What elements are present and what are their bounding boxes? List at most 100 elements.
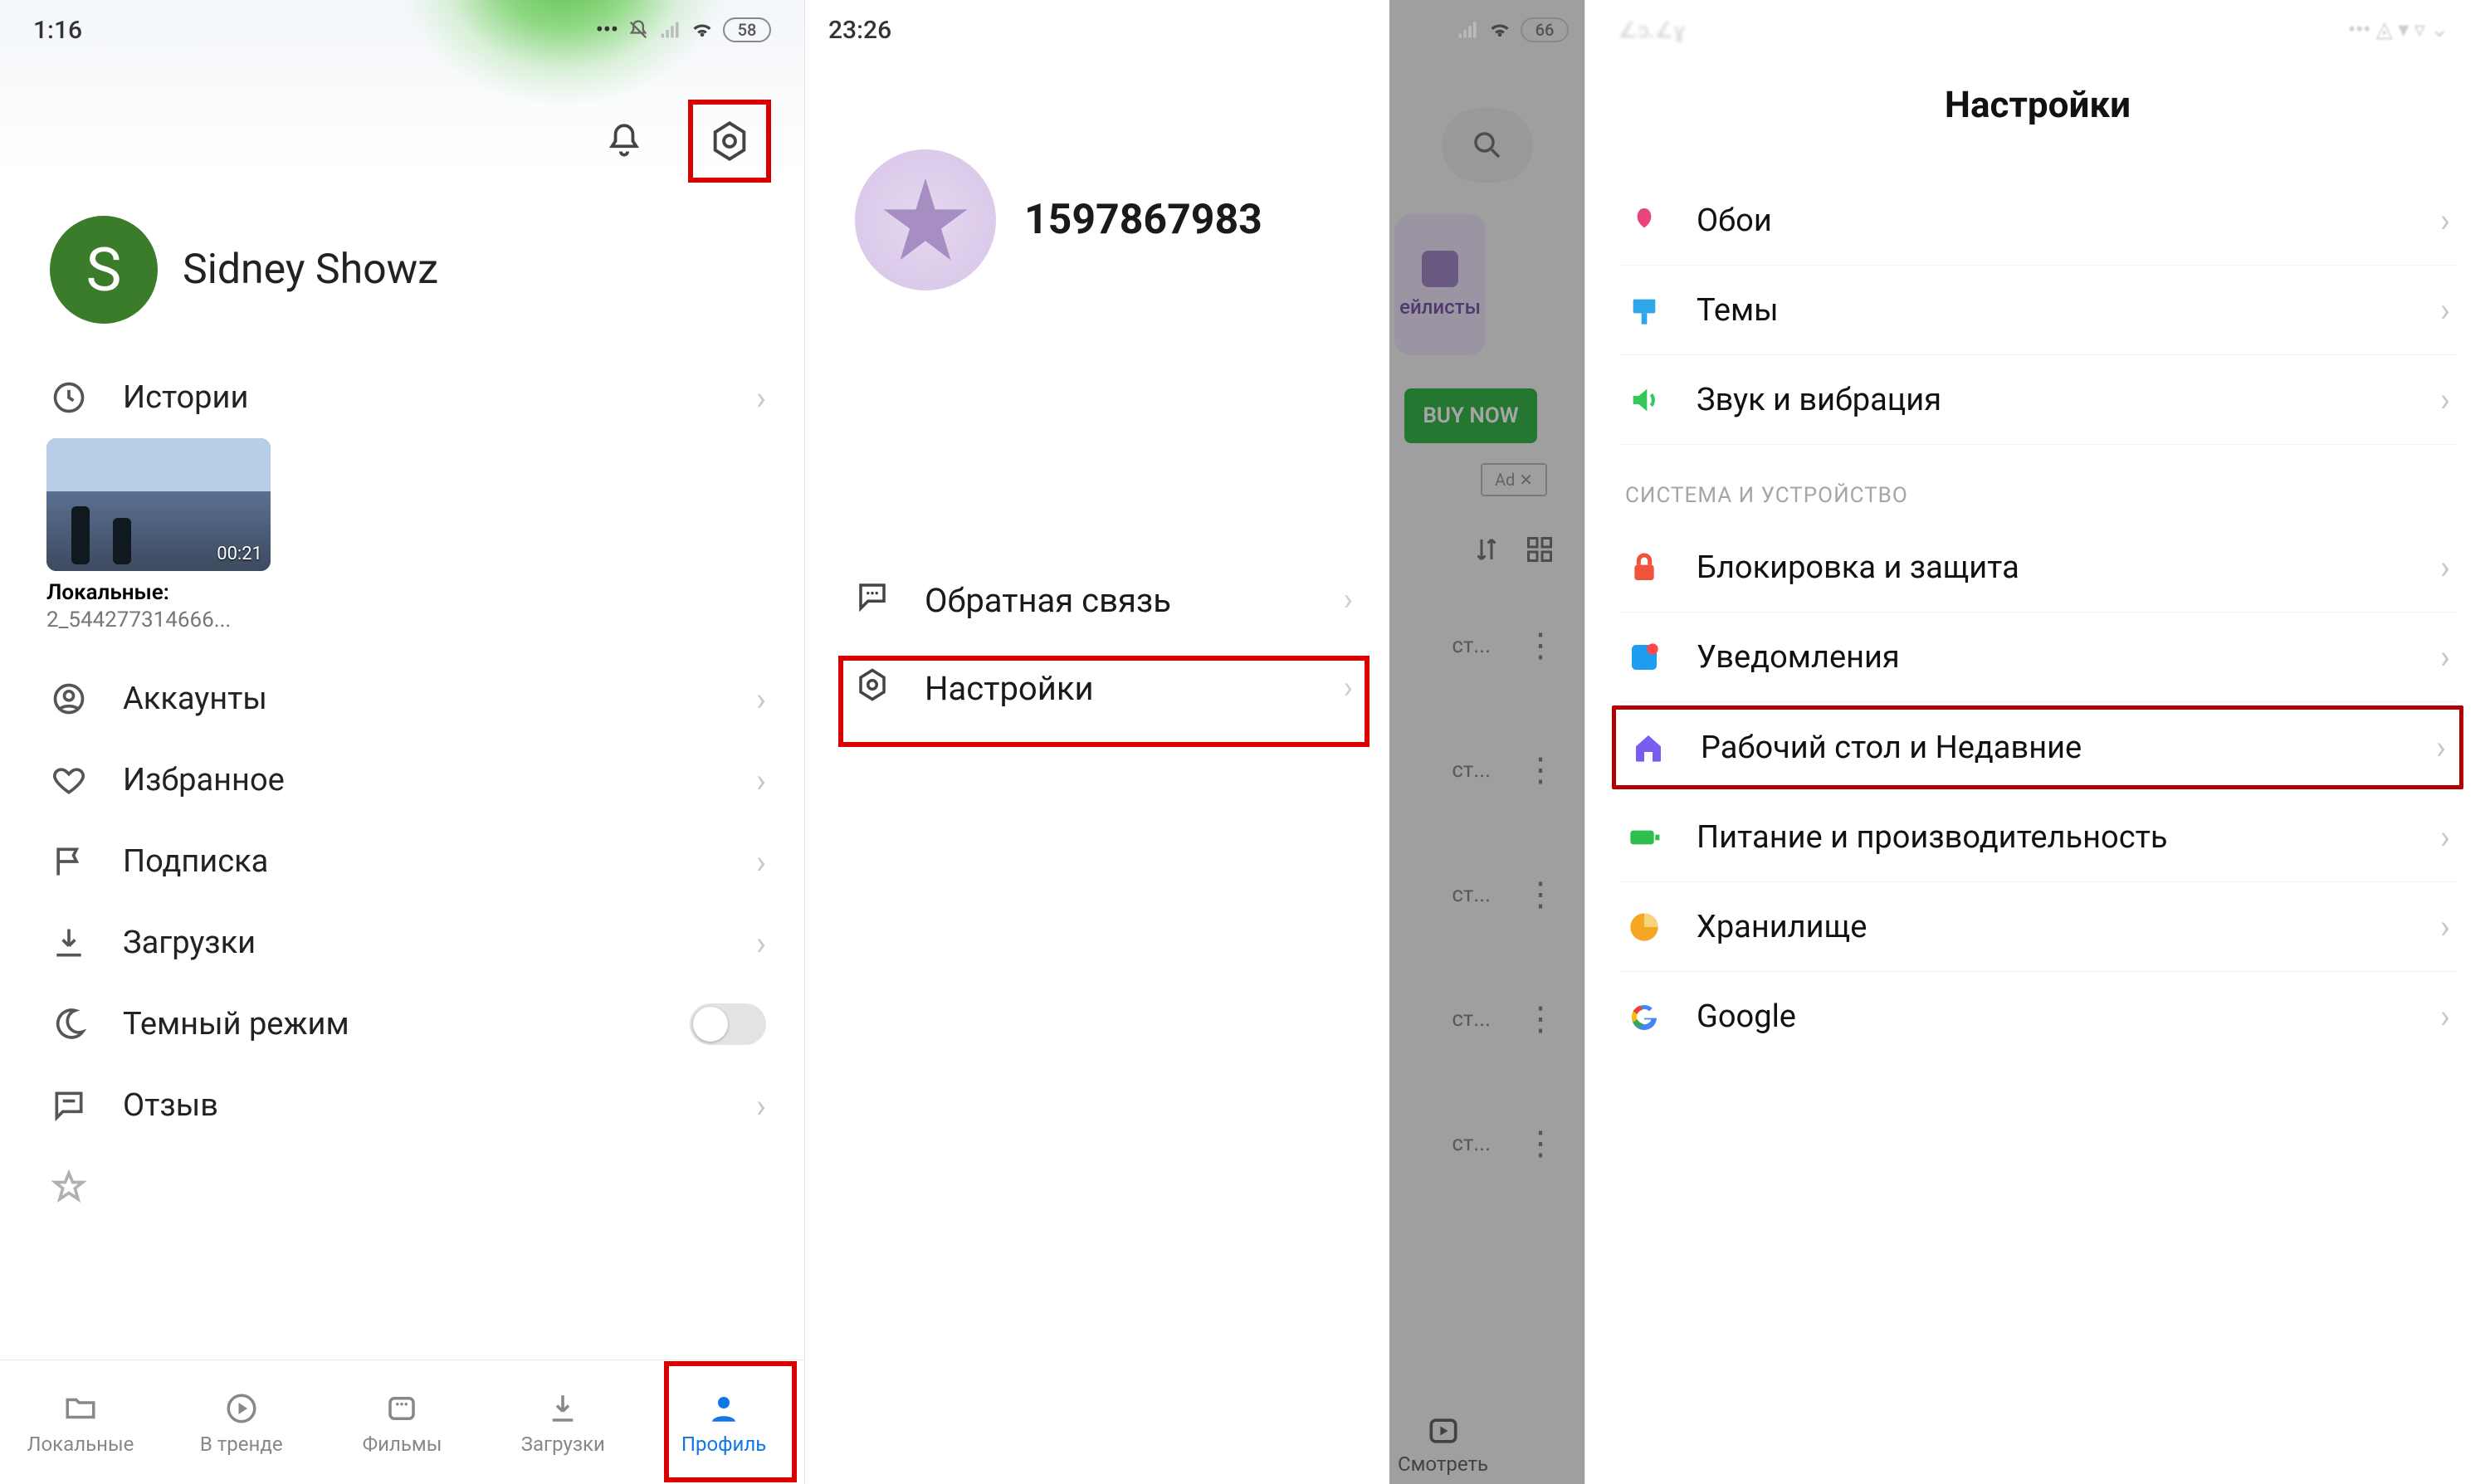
settings-storage-label: Хранилище — [1697, 909, 1867, 945]
google-icon — [1625, 998, 1663, 1036]
settings-sound-label: Звук и вибрация — [1697, 382, 1941, 418]
chevron-right-icon: › — [2440, 818, 2450, 857]
nav-trending-label: В тренде — [200, 1433, 283, 1456]
settings-storage[interactable]: Хранилище › — [1618, 882, 2457, 972]
menu-favorites-label: Избранное — [123, 762, 285, 798]
status-bar: 23:26 66 — [805, 0, 1386, 50]
status-time: 1:16 — [33, 16, 82, 45]
heart-icon — [46, 758, 91, 803]
menu-feedback[interactable]: Отзыв › — [0, 1065, 804, 1146]
menu-accounts-label: Аккаунты — [123, 681, 267, 717]
status-time-blur: ∠ɔ.∠ɣ — [1618, 17, 1685, 43]
settings-themes[interactable]: Темы › — [1618, 266, 2457, 355]
flag-icon — [46, 839, 91, 884]
drawer-profile[interactable]: 1597867983 — [805, 50, 1386, 324]
avatar — [855, 149, 996, 290]
star-icon — [882, 177, 969, 264]
settings-row-highlight — [838, 656, 1370, 747]
menu-cut-row — [0, 1146, 804, 1228]
battery-pill: 58 — [723, 17, 771, 42]
nav-local[interactable]: Локальные — [0, 1360, 161, 1484]
wifi-icon — [690, 18, 715, 41]
drawer-feedback-label: Обратная связь — [925, 581, 1171, 620]
chevron-right-icon: › — [756, 1086, 766, 1125]
chevron-right-icon: › — [756, 924, 766, 963]
wallpaper-icon — [1625, 202, 1663, 240]
settings-list: Обои › Темы › Звук и вибрация › СИСТЕМА … — [1585, 176, 2490, 1061]
battery-icon — [1625, 818, 1663, 857]
star-outline-icon — [46, 1164, 91, 1209]
settings-home-recent-highlighted[interactable]: Рабочий стол и Недавние › — [1612, 705, 2463, 789]
chevron-right-icon: › — [2440, 201, 2450, 240]
avatar: S — [50, 216, 158, 324]
settings-wallpaper[interactable]: Обои › — [1618, 176, 2457, 266]
nav-downloads-label: Загрузки — [521, 1433, 605, 1456]
dim-overlay[interactable] — [1389, 0, 1584, 1484]
screen-system-settings: ∠ɔ.∠ɣ ••• ◬ ▾ ▿ ⌄ Настройки Обои › Темы … — [1585, 0, 2490, 1484]
page-title: Настройки — [1585, 50, 2490, 176]
mute-icon — [627, 18, 650, 41]
menu-history-label: Истории — [123, 379, 248, 416]
settings-notifications[interactable]: Уведомления › — [1618, 613, 2457, 702]
sound-icon — [1625, 381, 1663, 419]
settings-google-label: Google — [1697, 998, 1796, 1035]
status-bar: 1:16 ••• 58 — [0, 0, 804, 50]
folder-icon — [61, 1389, 100, 1428]
bell-icon — [603, 120, 645, 162]
nav-trending[interactable]: В тренде — [161, 1360, 322, 1484]
more-dots-icon: ••• — [596, 17, 618, 42]
notifications-button[interactable] — [597, 114, 652, 168]
status-indicators: ••• 58 — [596, 17, 771, 42]
settings-power[interactable]: Питание и производительность › — [1618, 793, 2457, 882]
history-icon — [46, 375, 91, 420]
menu-subscription-label: Подписка — [123, 843, 268, 880]
story-duration: 00:21 — [217, 544, 262, 564]
download-icon — [46, 920, 91, 965]
settings-sound[interactable]: Звук и вибрация › — [1618, 355, 2457, 445]
history-story-preview[interactable]: 00:21 Локальные: 2_544277314666... — [0, 438, 804, 658]
screen-drawer: ейлисты BUY NOW Ad ✕ ст...⋮ ст...⋮ ст...… — [805, 0, 1585, 1484]
nav-movies-label: Фильмы — [363, 1433, 442, 1456]
status-time: 23:26 — [828, 16, 891, 45]
top-action-row — [0, 50, 804, 183]
settings-button-highlighted[interactable] — [688, 100, 771, 183]
screen-profile: 1:16 ••• 58 S Sidney Showz Истории › — [0, 0, 805, 1484]
nav-profile-highlight — [664, 1361, 797, 1482]
play-circle-icon — [222, 1389, 261, 1428]
story-thumbnail: 00:21 — [46, 438, 271, 571]
feedback-icon — [46, 1083, 91, 1128]
status-indicators: ••• ◬ ▾ ▿ ⌄ — [2348, 17, 2448, 42]
profile-name: Sidney Showz — [183, 246, 438, 294]
navigation-drawer: 23:26 66 1597867983 Обратная связь › Нас… — [805, 0, 1386, 1484]
menu-favorites[interactable]: Избранное › — [0, 740, 804, 821]
drawer-feedback[interactable]: Обратная связь › — [805, 556, 1386, 644]
settings-lock[interactable]: Блокировка и защита › — [1618, 523, 2457, 613]
status-bar: ∠ɔ.∠ɣ ••• ◬ ▾ ▿ ⌄ — [1585, 0, 2490, 50]
dark-mode-toggle[interactable] — [690, 1003, 766, 1045]
profile-header[interactable]: S Sidney Showz — [0, 183, 804, 357]
chevron-right-icon: › — [2440, 637, 2450, 676]
nav-downloads[interactable]: Загрузки — [482, 1360, 643, 1484]
chevron-right-icon: › — [756, 378, 766, 417]
menu-dark-mode-label: Темный режим — [123, 1006, 349, 1042]
notifications-icon — [1625, 638, 1663, 676]
status-indicators: 66 — [1456, 17, 1569, 42]
menu-subscription[interactable]: Подписка › — [0, 821, 804, 902]
story-caption: Локальные: 2_544277314666... — [46, 579, 804, 633]
chat-icon — [855, 579, 896, 621]
settings-power-label: Питание и производительность — [1697, 819, 2168, 856]
battery-pill: 66 — [1521, 17, 1569, 42]
settings-themes-label: Темы — [1697, 292, 1779, 329]
menu-downloads[interactable]: Загрузки › — [0, 902, 804, 984]
download-nav-icon — [544, 1389, 582, 1428]
chevron-right-icon: › — [1344, 582, 1353, 618]
settings-hexagon-icon — [708, 120, 751, 163]
chevron-right-icon: › — [756, 761, 766, 800]
menu-history[interactable]: Истории › — [0, 357, 804, 438]
settings-google[interactable]: Google › — [1618, 972, 2457, 1061]
menu-dark-mode[interactable]: Темный режим — [0, 984, 804, 1065]
account-icon — [46, 676, 91, 721]
nav-movies[interactable]: Фильмы — [322, 1360, 483, 1484]
menu-accounts[interactable]: Аккаунты › — [0, 658, 804, 740]
home-icon — [1629, 729, 1667, 767]
